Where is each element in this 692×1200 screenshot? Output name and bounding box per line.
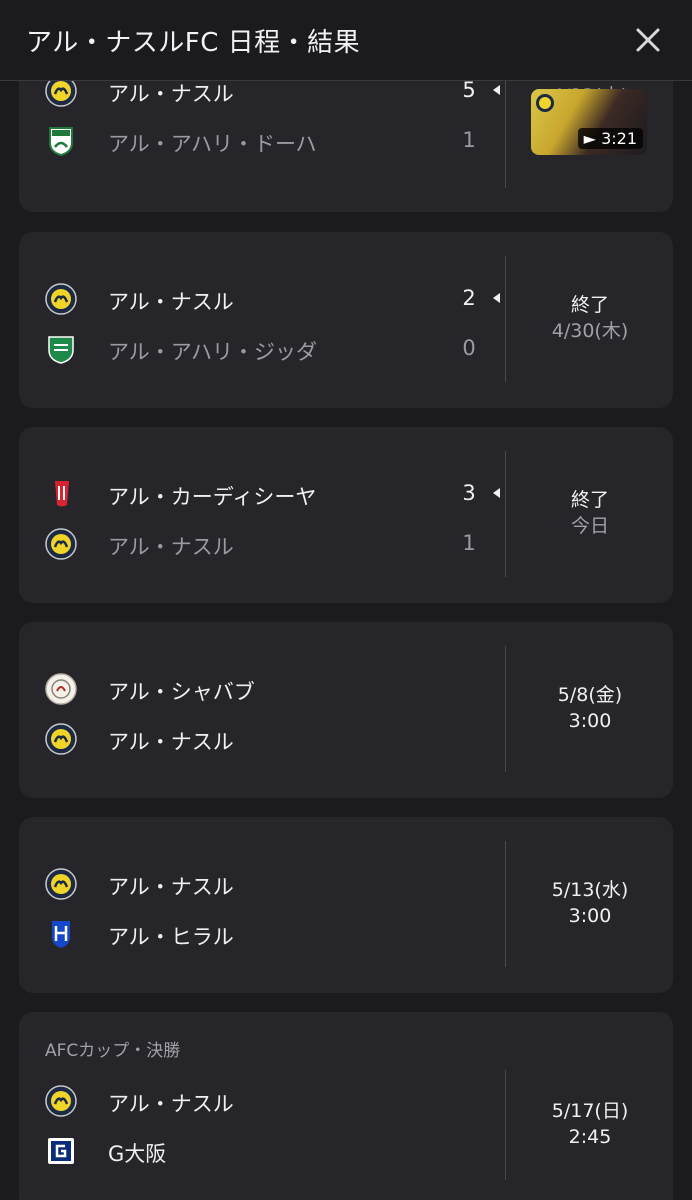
- away-team-name: アル・ヒラル: [108, 925, 234, 949]
- divider: [505, 1070, 506, 1180]
- close-icon[interactable]: [632, 24, 664, 56]
- away-team-name: アル・ナスル: [108, 730, 234, 754]
- away-team-name: G大阪: [108, 1142, 167, 1166]
- match-card[interactable]: AFCカップ・決勝 アル・ナスル G大阪 5/17(日) 2:45: [19, 1012, 673, 1200]
- header-bar: アル・ナスルFC 日程・結果: [0, 0, 692, 81]
- match-date: 4/30(木): [551, 320, 629, 342]
- al-ahli-jeddah-crest-icon: [48, 336, 74, 364]
- competition-label: AFCカップ・決勝: [45, 1041, 181, 1061]
- al-shabab-crest-icon: [45, 673, 77, 705]
- home-score: 2: [462, 286, 476, 310]
- away-team-name: アル・ナスル: [108, 535, 234, 559]
- match-time: 3:00: [568, 905, 612, 927]
- home-team-row: アル・ナスル: [19, 863, 519, 903]
- winner-indicator-icon: [493, 85, 500, 95]
- page-title: アル・ナスルFC 日程・結果: [26, 28, 361, 58]
- match-time: 3:00: [568, 710, 612, 732]
- home-score: 3: [462, 481, 476, 505]
- al-qadsiah-crest-icon: [55, 481, 69, 507]
- al-nassr-crest-icon: [45, 1085, 77, 1117]
- al-nassr-crest-icon: [45, 868, 77, 900]
- match-list[interactable]: アル・ナスル 5 アル・アハリ・ドーハ 1 4/23(木) ► 3:21: [0, 0, 692, 1200]
- match-status: 終了: [570, 294, 609, 316]
- gamba-osaka-crest-icon: [48, 1138, 74, 1164]
- match-time: 2:45: [568, 1126, 612, 1148]
- al-nassr-crest-icon: [45, 528, 77, 560]
- away-team-name: アル・アハリ・ジッダ: [108, 340, 317, 364]
- match-status: 終了: [570, 489, 609, 511]
- match-card[interactable]: アル・カーディシーヤ 3 アル・ナスル 1 終了 今日: [19, 427, 673, 603]
- away-score: 1: [462, 128, 476, 152]
- home-team-row: アル・ナスル: [19, 1080, 519, 1120]
- divider: [505, 451, 506, 577]
- divider: [505, 646, 506, 772]
- video-duration-value: 3:21: [601, 129, 637, 148]
- home-team-name: アル・ナスル: [108, 82, 234, 106]
- al-nassr-crest-icon: [45, 723, 77, 755]
- away-team-row: アル・ナスル 1: [19, 523, 519, 563]
- video-duration: ► 3:21: [577, 128, 643, 149]
- divider: [505, 841, 506, 967]
- al-hilal-crest-icon: [52, 921, 70, 948]
- home-team-name: アル・ナスル: [108, 875, 234, 899]
- away-team-name: アル・アハリ・ドーハ: [108, 132, 317, 156]
- match-date: 5/13(水): [551, 879, 629, 901]
- al-ahli-doha-crest-icon: [49, 127, 73, 157]
- match-card[interactable]: アル・ナスル 2 アル・アハリ・ジッダ 0 終了 4/30(木): [19, 232, 673, 408]
- al-nassr-crest-icon: [45, 283, 77, 315]
- home-team-row: アル・カーディシーヤ 3: [19, 473, 519, 513]
- home-team-name: アル・シャバブ: [108, 680, 255, 704]
- away-team-row: アル・アハリ・ドーハ 1: [19, 120, 519, 160]
- home-score: 5: [462, 78, 476, 102]
- home-team-name: アル・ナスル: [108, 1092, 234, 1116]
- divider: [505, 256, 506, 382]
- al-nassr-crest-icon: [536, 94, 554, 112]
- away-team-row: アル・ナスル: [19, 718, 519, 758]
- match-card[interactable]: アル・シャバブ アル・ナスル 5/8(金) 3:00: [19, 622, 673, 798]
- home-team-row: アル・シャバブ: [19, 668, 519, 708]
- home-team-row: アル・ナスル 2: [19, 278, 519, 318]
- away-score: 0: [462, 336, 476, 360]
- away-team-row: アル・ヒラル: [19, 913, 519, 953]
- winner-indicator-icon: [493, 293, 500, 303]
- home-team-name: アル・ナスル: [108, 290, 234, 314]
- away-team-row: アル・アハリ・ジッダ 0: [19, 328, 519, 368]
- winner-indicator-icon: [493, 488, 500, 498]
- match-card[interactable]: アル・ナスル アル・ヒラル 5/13(水) 3:00: [19, 817, 673, 993]
- match-date: 5/17(日): [551, 1100, 629, 1122]
- home-team-name: アル・カーディシーヤ: [108, 485, 317, 509]
- divider: [505, 70, 506, 188]
- match-date: 今日: [570, 515, 609, 537]
- away-team-row: G大阪: [19, 1130, 519, 1170]
- match-date: 5/8(金): [557, 684, 623, 706]
- highlight-video-thumbnail[interactable]: ► 3:21: [531, 89, 647, 155]
- away-score: 1: [462, 531, 476, 555]
